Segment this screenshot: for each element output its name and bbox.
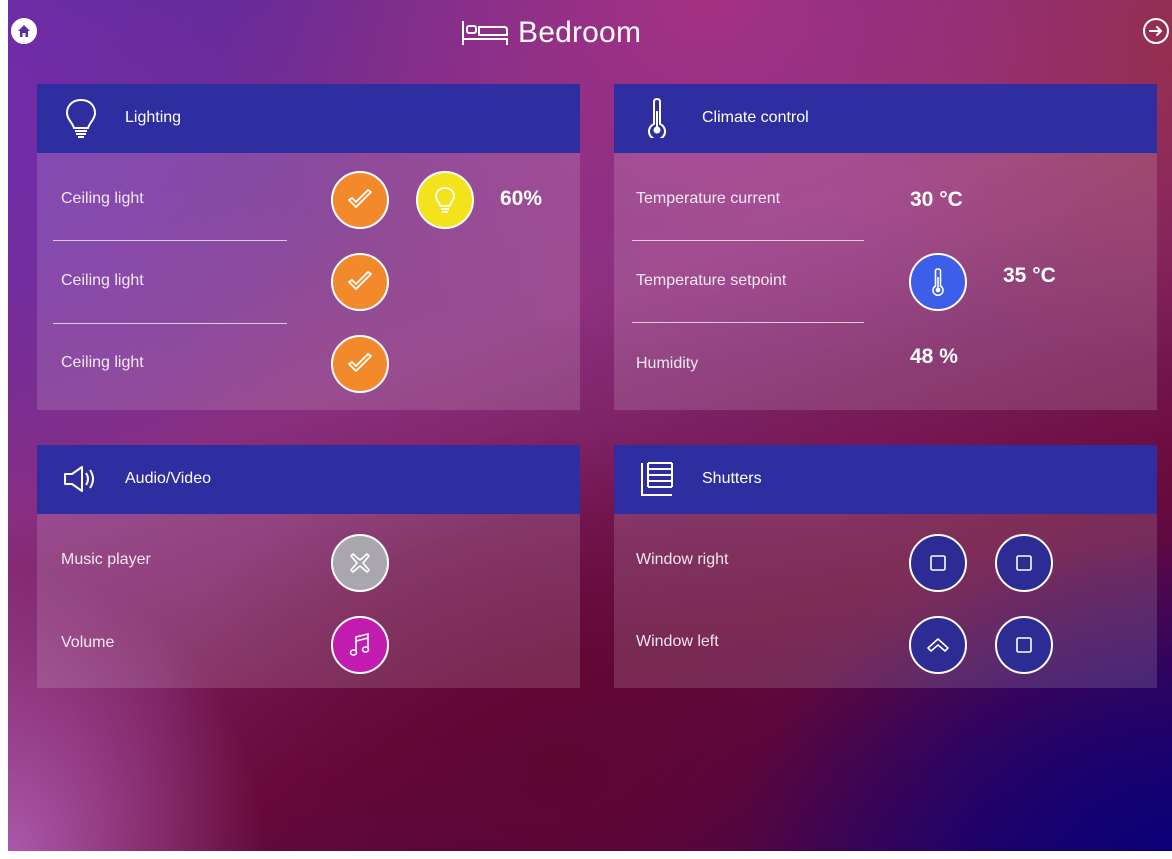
audio-video-panel: Audio/Video Music player Volume — [37, 445, 580, 688]
check-icon — [348, 353, 372, 372]
stop-square-icon — [1016, 637, 1032, 653]
bulb-icon — [65, 98, 97, 138]
row-divider — [53, 240, 287, 241]
window-left-up-button[interactable] — [909, 616, 967, 674]
humidity-value: 48 % — [910, 345, 958, 368]
ceiling-light-2-toggle[interactable] — [331, 253, 389, 311]
check-icon — [348, 189, 372, 208]
lighting-panel-title: Lighting — [125, 109, 182, 126]
temperature-setpoint-button[interactable] — [909, 253, 967, 311]
music-note-icon — [349, 632, 370, 656]
volume-button[interactable] — [331, 616, 389, 674]
climate-row-label: Temperature setpoint — [636, 272, 787, 289]
audio-video-panel-body — [37, 514, 580, 688]
ceiling-light-3-toggle[interactable] — [331, 335, 389, 393]
temperature-setpoint-value: 35 °C — [1003, 264, 1056, 287]
window-right-stop-button-2[interactable] — [995, 534, 1053, 592]
check-icon — [348, 271, 372, 290]
shutters-panel-body — [614, 514, 1157, 688]
audio-video-panel-header: Audio/Video — [37, 445, 580, 514]
home-icon — [18, 25, 30, 37]
speaker-icon — [64, 466, 94, 492]
exit-button[interactable] — [1143, 18, 1169, 44]
row-divider — [53, 323, 287, 324]
music-player-toggle[interactable] — [331, 534, 389, 592]
audio-row-label: Music player — [61, 551, 151, 568]
climate-panel: Climate control Temperature current 30 °… — [614, 84, 1157, 410]
ceiling-light-dimmer-button[interactable] — [416, 171, 474, 229]
dashboard-background: Bedroom Lighting Ceiling light Ceiling l… — [0, 0, 1172, 859]
lighting-row-label: Ceiling light — [61, 190, 144, 207]
climate-row-label: Humidity — [636, 355, 699, 372]
dimmer-value: 60% — [500, 187, 543, 210]
stop-square-icon — [1016, 555, 1032, 571]
home-button[interactable] — [11, 18, 37, 44]
thermometer-icon — [648, 98, 666, 138]
window-left-stop-button[interactable] — [995, 616, 1053, 674]
window-right-stop-button[interactable] — [909, 534, 967, 592]
audio-row-label: Volume — [61, 634, 115, 651]
shutters-panel: Shutters Window right Window left — [614, 445, 1157, 688]
shutters-panel-header: Shutters — [614, 445, 1157, 514]
climate-panel-title: Climate control — [702, 109, 809, 126]
ceiling-light-1-toggle[interactable] — [331, 171, 389, 229]
lighting-row-label: Ceiling light — [61, 354, 144, 371]
audio-video-panel-title: Audio/Video — [125, 470, 211, 487]
cross-icon — [350, 553, 370, 573]
row-divider — [632, 240, 864, 241]
chevron-up-icon — [927, 638, 949, 652]
exit-arrow-icon — [1149, 26, 1162, 36]
climate-row-label: Temperature current — [636, 190, 781, 207]
bulb-icon — [435, 187, 455, 213]
shutter-row-label: Window left — [636, 633, 719, 650]
lighting-panel-header: Lighting — [37, 84, 580, 153]
climate-panel-header: Climate control — [614, 84, 1157, 153]
frame-border-left — [0, 0, 8, 859]
bed-icon — [462, 21, 508, 45]
stop-square-icon — [930, 555, 946, 571]
lighting-panel: Lighting Ceiling light Ceiling light Cei… — [37, 84, 580, 410]
shutter-row-label: Window right — [636, 551, 729, 568]
shutter-icon — [641, 462, 673, 496]
row-divider — [632, 322, 864, 323]
lighting-row-label: Ceiling light — [61, 272, 144, 289]
page-title: Bedroom — [518, 16, 642, 49]
thermometer-icon — [932, 268, 944, 296]
frame-border-bottom — [0, 851, 1172, 859]
shutters-panel-title: Shutters — [702, 470, 762, 487]
page-header: Bedroom — [460, 14, 641, 52]
temperature-current-value: 30 °C — [910, 188, 963, 211]
